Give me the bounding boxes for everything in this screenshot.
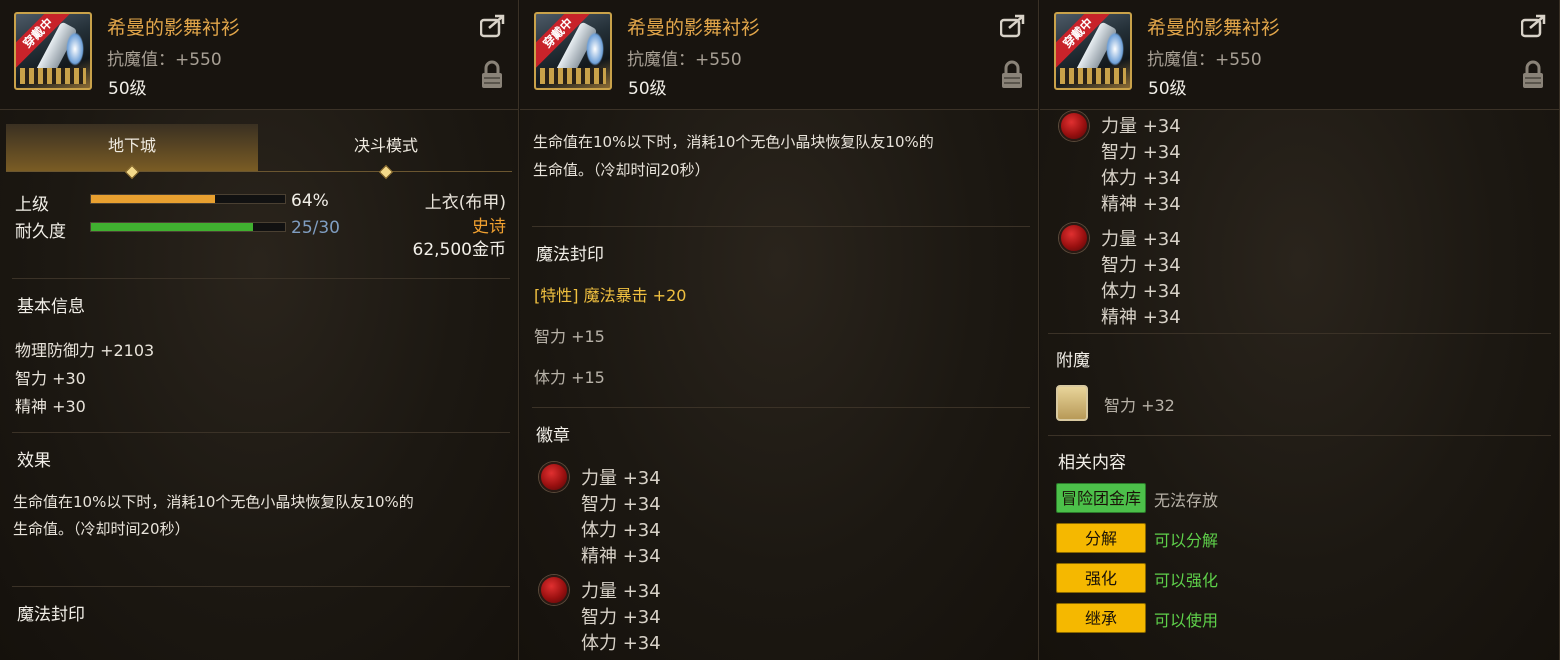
enchant-value: 智力 +32	[1104, 396, 1175, 415]
enchant-title: 附魔	[1056, 351, 1090, 371]
item-header: 穿戴中 希曼的影舞衬衫 抗魔值：+550 50级	[520, 0, 1038, 110]
related-title: 相关内容	[1058, 453, 1126, 473]
emblem-stat: 精神 +34	[1101, 194, 1181, 215]
tooltip-panel-3: 穿戴中 希曼的影舞衬衫 抗魔值：+550 50级 力量 +34 智力 +34 体…	[1040, 0, 1560, 660]
item-name: 希曼的影舞衬衫	[1147, 17, 1281, 39]
share-icon[interactable]	[480, 14, 506, 38]
inherit-status: 可以使用	[1154, 611, 1219, 630]
effect-line: 生命值。（冷却时间20秒）	[13, 520, 190, 538]
emblem-stat: 精神 +34	[581, 546, 661, 567]
tab-duel[interactable]: 决斗模式	[260, 124, 512, 180]
tab-dungeon-label: 地下城	[107, 136, 156, 155]
item-icon: 穿戴中	[1054, 12, 1132, 90]
divider	[12, 278, 510, 279]
tab-indicator-icon	[378, 164, 394, 180]
effect-line: 生命值。（冷却时间20秒）	[533, 161, 710, 179]
adventure-vault-button[interactable]: 冒险团金库	[1056, 483, 1146, 513]
emblem-orb-icon	[1059, 111, 1089, 141]
lock-icon[interactable]	[1521, 60, 1545, 90]
emblem-orb-icon	[539, 462, 569, 492]
emblem-stat: 力量 +34	[1101, 229, 1181, 250]
item-header: 穿戴中 希曼的影舞衬衫 抗魔值：+550 50级	[0, 0, 518, 110]
emblem-stat: 智力 +34	[581, 607, 661, 628]
item-stat: 抗魔值：+550	[1147, 50, 1262, 70]
divider	[532, 226, 1030, 227]
basic-info-line: 物理防御力 +2103	[15, 341, 155, 360]
emblem-stat: 智力 +34	[1101, 142, 1181, 163]
item-header: 穿戴中 希曼的影舞衬衫 抗魔值：+550 50级	[1040, 0, 1559, 110]
share-icon[interactable]	[1521, 14, 1547, 38]
effect-line: 生命值在10%以下时，消耗10个无色小晶块恢复队友10%的	[13, 493, 414, 511]
disassemble-button[interactable]: 分解	[1056, 523, 1146, 553]
vault-status: 无法存放	[1154, 491, 1219, 510]
lock-icon[interactable]	[480, 60, 504, 90]
share-icon[interactable]	[1000, 14, 1026, 38]
emblem-stat: 智力 +34	[581, 494, 661, 515]
reinforce-status: 可以强化	[1154, 571, 1219, 590]
basic-info-line: 智力 +30	[15, 369, 86, 388]
magic-seal-line: 体力 +15	[534, 368, 605, 387]
rarity: 史诗	[472, 217, 506, 237]
magic-seal-trait: [特性] 魔法暴击 +20	[534, 286, 687, 305]
grade-label: 上级	[15, 195, 49, 215]
divider	[12, 432, 510, 433]
lock-icon[interactable]	[1000, 60, 1024, 90]
basic-info-title: 基本信息	[17, 297, 85, 317]
price: 62,500金币	[412, 240, 506, 260]
item-level: 50级	[1148, 79, 1187, 99]
divider	[532, 407, 1030, 408]
emblem-title: 徽章	[536, 426, 570, 446]
emblem-stat: 体力 +34	[581, 633, 661, 654]
tab-dungeon[interactable]: 地下城	[6, 124, 258, 180]
disassemble-status: 可以分解	[1154, 531, 1219, 550]
item-icon: 穿戴中	[14, 12, 92, 90]
item-name: 希曼的影舞衬衫	[107, 17, 241, 39]
durability-bar	[90, 222, 286, 232]
divider	[1048, 333, 1551, 334]
mode-tabs: 地下城 决斗模式	[6, 124, 512, 180]
item-name: 希曼的影舞衬衫	[627, 17, 761, 39]
basic-info-line: 精神 +30	[15, 397, 86, 416]
item-stat: 抗魔值：+550	[107, 50, 222, 70]
durability-label: 耐久度	[15, 222, 66, 242]
item-stat: 抗魔值：+550	[627, 50, 742, 70]
magic-seal-title: 魔法封印	[536, 245, 604, 265]
tab-indicator-icon	[124, 164, 140, 180]
emblem-stat: 力量 +34	[581, 468, 661, 489]
tab-duel-label: 决斗模式	[353, 136, 418, 155]
grade-value: 64%	[291, 191, 329, 211]
item-icon: 穿戴中	[534, 12, 612, 90]
grade-bar	[90, 194, 286, 204]
emblem-orb-icon	[539, 575, 569, 605]
divider	[12, 586, 510, 587]
divider	[1048, 435, 1551, 436]
emblem-stat: 力量 +34	[581, 581, 661, 602]
emblem-stat: 体力 +34	[1101, 168, 1181, 189]
emblem-stat: 体力 +34	[1101, 281, 1181, 302]
emblem-stat: 精神 +34	[1101, 307, 1181, 328]
emblem-stat: 体力 +34	[581, 520, 661, 541]
magic-seal-line: 智力 +15	[534, 327, 605, 346]
item-level: 50级	[628, 79, 667, 99]
enchant-card-icon	[1056, 385, 1088, 421]
tooltip-panel-2: 穿戴中 希曼的影舞衬衫 抗魔值：+550 50级 生命值在10%以下时，消耗10…	[520, 0, 1039, 660]
emblem-stat: 智力 +34	[1101, 255, 1181, 276]
item-level: 50级	[108, 79, 147, 99]
emblem-orb-icon	[1059, 223, 1089, 253]
effect-line: 生命值在10%以下时，消耗10个无色小晶块恢复队友10%的	[533, 133, 934, 151]
tooltip-panel-1: 穿戴中 希曼的影舞衬衫 抗魔值：+550 50级 地下城 决斗模式 上级 64%…	[0, 0, 519, 660]
inherit-button[interactable]: 继承	[1056, 603, 1146, 633]
emblem-stat: 力量 +34	[1101, 116, 1181, 137]
magic-seal-title: 魔法封印	[17, 605, 85, 625]
slot-type: 上衣(布甲)	[424, 193, 506, 213]
effect-title: 效果	[17, 451, 51, 471]
reinforce-button[interactable]: 强化	[1056, 563, 1146, 593]
durability-value: 25/30	[291, 218, 340, 238]
